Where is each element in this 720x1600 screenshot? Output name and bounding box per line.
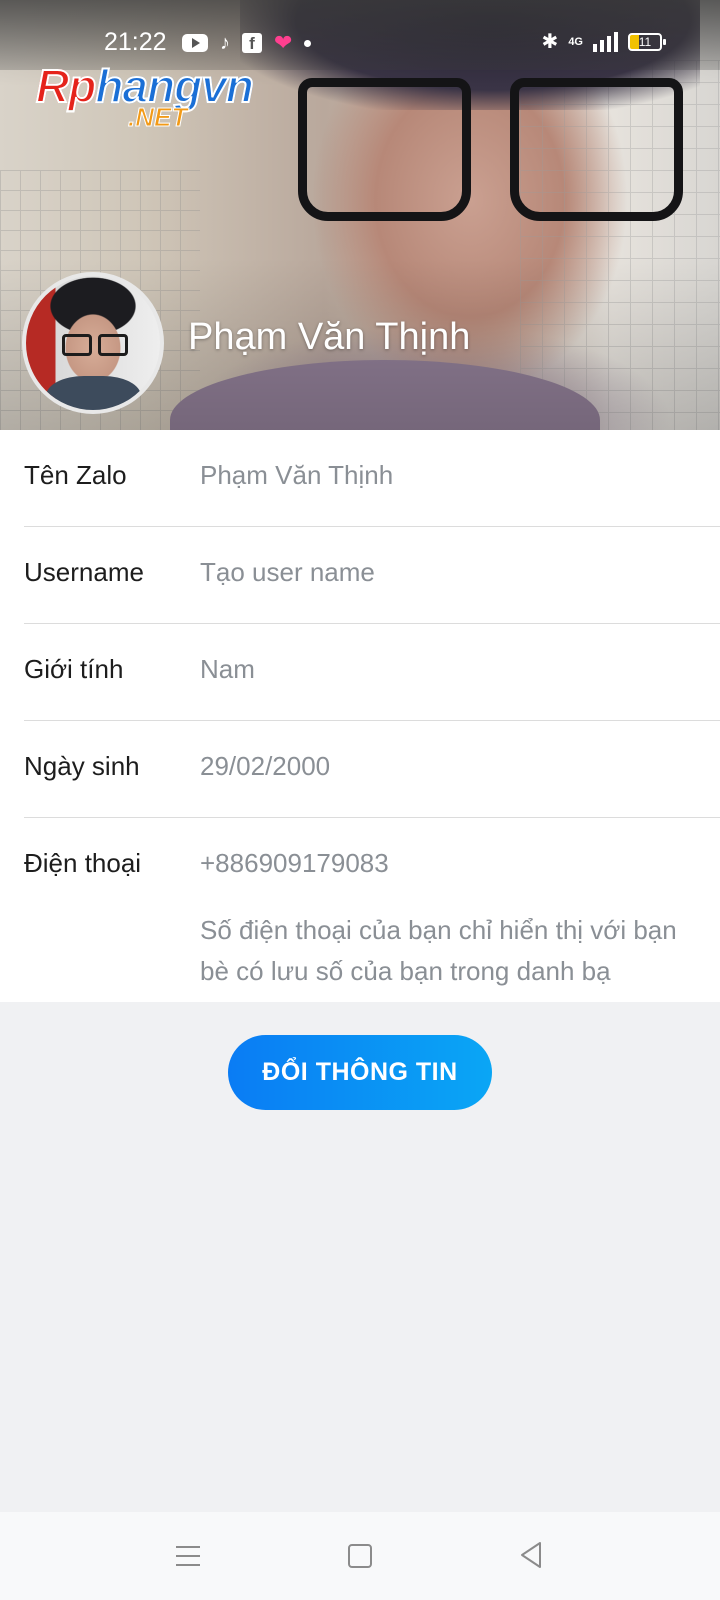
row-label: Tên Zalo [24, 460, 127, 490]
signal-icon [593, 32, 618, 52]
row-label: Ngày sinh [24, 751, 140, 781]
battery-level: 11 [638, 35, 652, 49]
dot-icon [304, 39, 312, 47]
row-zalo-name: Tên Zalo Phạm Văn Thịnh [24, 430, 720, 527]
home-icon[interactable] [348, 1544, 372, 1568]
avatar-glasses-right [98, 334, 128, 356]
username-create-link[interactable]: Tạo user name [200, 557, 375, 588]
battery-icon: 11 [628, 33, 666, 51]
back-icon[interactable] [518, 1540, 544, 1570]
system-icons: ✱ 4G 11 [541, 30, 666, 54]
avatar[interactable] [22, 272, 164, 414]
network-type: 4G [568, 36, 583, 48]
row-label: Giới tính [24, 654, 124, 684]
tiktok-icon: ♪ [220, 32, 230, 54]
row-label: Điện thoại [24, 848, 142, 878]
cover-photo[interactable]: 21:22 ♪ f ❤ ✱ 4G 11 Rphangvn .NET Phạm V… [0, 0, 720, 430]
facebook-icon: f [242, 33, 262, 53]
row-username[interactable]: Username Tạo user name [24, 527, 720, 624]
gender-value: Nam [200, 654, 255, 684]
row-birthday: Ngày sinh 29/02/2000 [24, 721, 720, 818]
system-nav-bar [0, 1512, 720, 1600]
phone-value: +886909179083 [200, 848, 389, 878]
bluetooth-icon: ✱ [541, 31, 559, 53]
notification-icons: ♪ f ❤ [182, 30, 312, 56]
birthday-value: 29/02/2000 [200, 751, 331, 781]
watermark-sub: .NET [127, 102, 188, 133]
row-gender: Giới tính Nam [24, 624, 720, 721]
change-info-button[interactable]: ĐỔI THÔNG TIN [228, 1035, 492, 1110]
zalo-name-value: Phạm Văn Thịnh [200, 460, 394, 490]
watermark-logo: Rphangvn .NET [35, 61, 255, 133]
menu-icon[interactable] [176, 1546, 200, 1573]
status-time: 21:22 [104, 28, 167, 56]
avatar-glasses-left [62, 334, 92, 356]
profile-name: Phạm Văn Thịnh [188, 316, 471, 358]
youtube-icon [182, 34, 208, 52]
row-phone: Điện thoại +886909179083 Số điện thoại c… [24, 818, 720, 1008]
heart-icon: ❤ [274, 30, 293, 55]
phone-privacy-note: Số điện thoại của bạn chỉ hiển thị với b… [200, 915, 677, 986]
row-label: Username [24, 557, 144, 587]
avatar-shirt [46, 376, 141, 410]
profile-info-list: Tên Zalo Phạm Văn Thịnh Username Tạo use… [0, 430, 720, 1002]
